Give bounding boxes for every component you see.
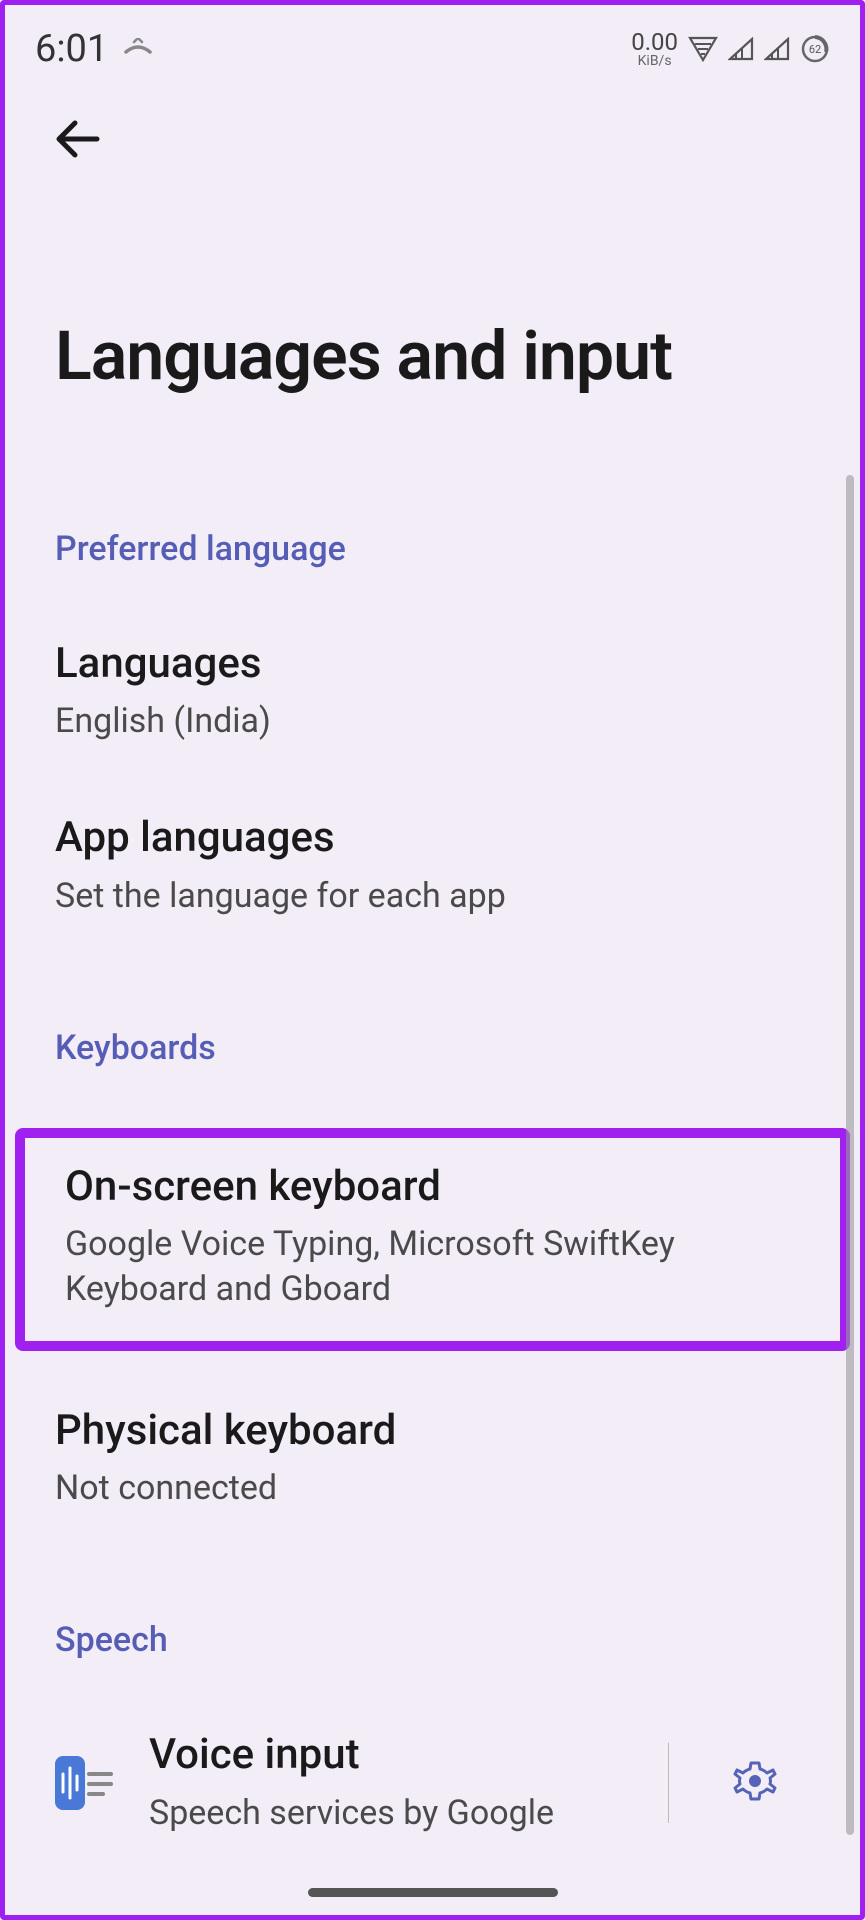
status-left: 6:01 (35, 27, 154, 71)
voice-input-icon (55, 1753, 115, 1813)
missed-call-icon (122, 38, 154, 60)
signal-icon-1 (728, 37, 754, 61)
battery-icon: 62 (800, 34, 830, 64)
setting-subtitle: Google Voice Typing, Microsoft SwiftKey … (65, 1222, 790, 1310)
page-title: Languages and input (55, 319, 810, 394)
section-header-keyboards: Keyboards (55, 1028, 810, 1068)
network-speed: 0.00 KiB/s (631, 30, 678, 68)
signal-icon-2 (764, 37, 790, 61)
setting-languages[interactable]: Languages English (India) (55, 639, 810, 744)
setting-voice-input[interactable]: Voice input Speech services by Google (55, 1730, 810, 1835)
setting-title: On-screen keyboard (65, 1162, 790, 1212)
voice-input-text: Voice input Speech services by Google (149, 1730, 624, 1835)
highlight-box: On-screen keyboard Google Voice Typing, … (15, 1128, 850, 1351)
setting-subtitle: Not connected (55, 1466, 800, 1510)
setting-title: Languages (55, 639, 800, 689)
content-area: Languages and input Preferred language L… (5, 75, 860, 1920)
gear-icon (733, 1759, 777, 1807)
wifi-icon (688, 36, 718, 62)
status-bar: 6:01 0.00 KiB/s (5, 5, 860, 75)
setting-title: App languages (55, 813, 800, 863)
navigation-pill[interactable] (308, 1888, 558, 1897)
setting-subtitle: Speech services by Google (149, 1791, 624, 1835)
setting-subtitle: English (India) (55, 699, 800, 743)
divider (668, 1743, 669, 1823)
status-time: 6:01 (35, 27, 108, 71)
back-arrow-icon[interactable] (55, 119, 810, 159)
scrollbar[interactable] (846, 475, 854, 1835)
setting-on-screen-keyboard[interactable]: On-screen keyboard Google Voice Typing, … (65, 1162, 800, 1311)
status-right: 0.00 KiB/s (631, 30, 830, 68)
setting-subtitle: Set the language for each app (55, 874, 800, 918)
device-frame: 6:01 0.00 KiB/s (0, 0, 865, 1920)
setting-title: Voice input (149, 1730, 624, 1780)
setting-app-languages[interactable]: App languages Set the language for each … (55, 813, 810, 918)
voice-input-settings-button[interactable] (725, 1753, 785, 1813)
setting-physical-keyboard[interactable]: Physical keyboard Not connected (55, 1406, 810, 1511)
section-header-speech: Speech (55, 1620, 810, 1660)
section-header-preferred-language: Preferred language (55, 529, 810, 569)
svg-text:62: 62 (809, 43, 821, 56)
setting-title: Physical keyboard (55, 1406, 800, 1456)
back-row (55, 75, 810, 159)
